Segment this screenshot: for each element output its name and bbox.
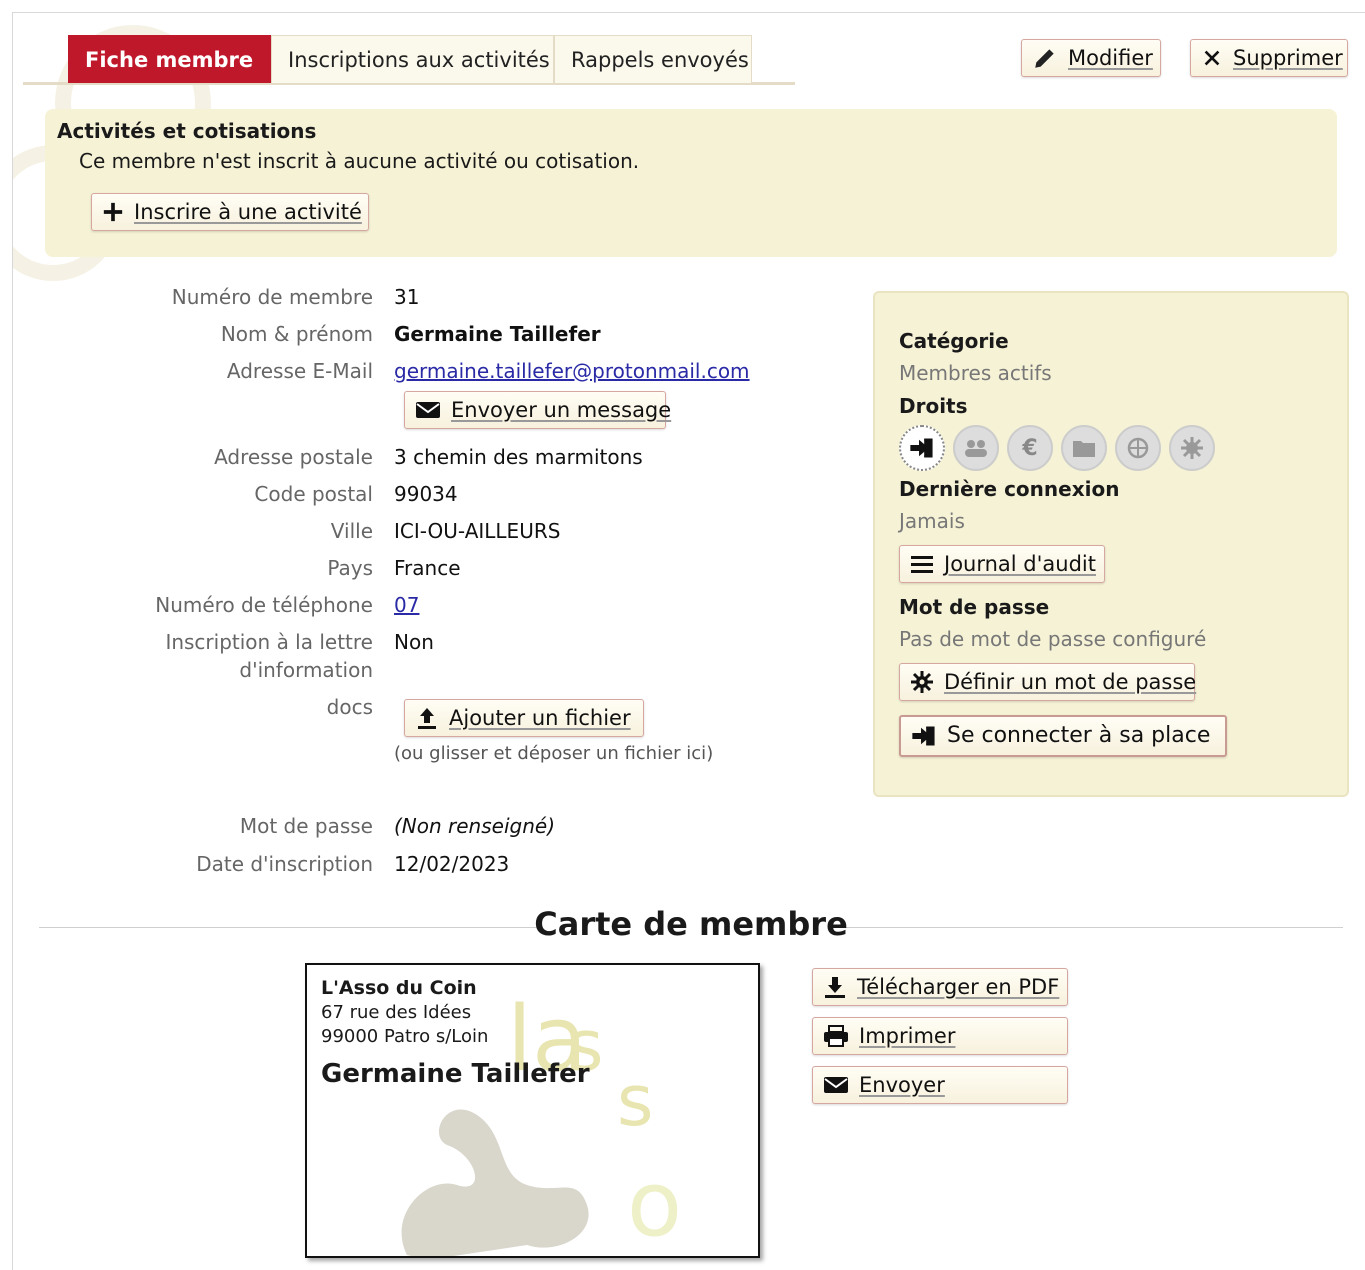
printer-icon [824, 1025, 848, 1047]
country-label: Pays [327, 556, 373, 580]
phone-label: Numéro de téléphone [155, 593, 373, 617]
audit-log-label: Journal d'audit [944, 552, 1096, 576]
name-label: Nom & prénom [220, 322, 373, 346]
tab-bar: Fiche membre Inscriptions aux activités … [23, 35, 795, 85]
set-password-button[interactable]: Définir un mot de passe [899, 663, 1197, 701]
subscribe-activity-button[interactable]: Inscrire à une activité [91, 193, 369, 231]
card-address-line2: 99000 Patro s/Loin [321, 1026, 489, 1047]
member-details: Numéro de membre 31 Nom & prénom Germain… [13, 285, 863, 885]
euro-icon: € [1007, 425, 1053, 471]
tab-member-sheet[interactable]: Fiche membre [68, 35, 271, 83]
member-card-heading: Carte de membre [39, 905, 1343, 945]
subscribe-activity-label: Inscrire à une activité [134, 200, 362, 224]
category-value: Membres actifs [899, 361, 1052, 385]
phone-link[interactable]: 07 [394, 593, 419, 617]
member-card: la s s o L'Asso du Coin 67 rue des Idées… [305, 963, 760, 1258]
zip-value: 99034 [394, 482, 458, 506]
city-label: Ville [330, 519, 373, 543]
rights-icons: € [899, 425, 1215, 471]
login-as-button[interactable]: Se connecter à sa place [899, 715, 1227, 757]
member-card-title: Carte de membre [534, 905, 848, 943]
category-label: Catégorie [899, 329, 1009, 353]
card-org-name: L'Asso du Coin [321, 977, 477, 999]
svg-text:o: o [627, 1152, 682, 1257]
edit-button-label: Modifier [1068, 46, 1153, 70]
number-label: Numéro de membre [171, 285, 373, 309]
password-status-value: Pas de mot de passe configuré [899, 627, 1207, 651]
newsletter-label-line2: d'information [239, 658, 373, 682]
newsletter-value: Non [394, 630, 434, 654]
sign-in-icon [912, 726, 935, 746]
print-label: Imprimer [859, 1024, 956, 1048]
set-password-label: Définir un mot de passe [944, 670, 1197, 694]
add-file-label: Ajouter un fichier [449, 706, 631, 730]
delete-button[interactable]: Supprimer [1190, 39, 1348, 77]
card-address-line1: 67 rue des Idées [321, 1002, 472, 1023]
activities-title: Activités et cotisations [57, 119, 317, 143]
address-value: 3 chemin des marmitons [394, 445, 643, 469]
rights-label: Droits [899, 394, 968, 418]
send-card-button[interactable]: Envoyer [812, 1066, 1068, 1104]
users-icon [953, 425, 999, 471]
envelope-icon [416, 402, 440, 418]
tab-activity-registrations[interactable]: Inscriptions aux activités [271, 35, 554, 83]
newsletter-label-line1: Inscription à la lettre [165, 630, 373, 654]
gear-icon [911, 671, 933, 693]
account-panel: Catégorie Membres actifs Droits € Derniè… [873, 291, 1349, 797]
name-value: Germaine Taillefer [394, 322, 601, 346]
web-icon [1115, 425, 1161, 471]
download-pdf-label: Télécharger en PDF [857, 975, 1060, 999]
send-message-label: Envoyer un message [451, 398, 672, 422]
folder-icon [1061, 425, 1107, 471]
list-icon [911, 556, 933, 573]
date-value: 12/02/2023 [394, 852, 510, 876]
audit-log-button[interactable]: Journal d'audit [899, 545, 1105, 583]
pencil-icon [1035, 49, 1054, 68]
tab-sent-reminders[interactable]: Rappels envoyés [554, 35, 752, 83]
print-button[interactable]: Imprimer [812, 1017, 1068, 1055]
download-pdf-button[interactable]: Télécharger en PDF [812, 968, 1068, 1006]
activities-box: Activités et cotisations Ce membre n'est… [45, 109, 1337, 257]
password-label: Mot de passe [239, 814, 373, 838]
email-label: Adresse E-Mail [226, 359, 373, 383]
password-status-label: Mot de passe [899, 595, 1050, 619]
address-label: Adresse postale [214, 445, 373, 469]
last-login-value: Jamais [899, 509, 965, 533]
password-value: (Non renseigné) [394, 814, 555, 838]
config-icon [1169, 425, 1215, 471]
email-link[interactable]: germaine.taillefer@protonmail.com [394, 359, 750, 383]
upload-icon [418, 708, 436, 729]
number-value: 31 [394, 285, 420, 309]
cross-icon [1204, 50, 1220, 66]
edit-button[interactable]: Modifier [1021, 39, 1161, 77]
add-file-button[interactable]: Ajouter un fichier [404, 699, 644, 737]
download-icon [825, 977, 845, 998]
activities-empty-text: Ce membre n'est inscrit à aucune activit… [79, 149, 640, 173]
envelope-icon [824, 1077, 848, 1093]
card-member-name: Germaine Taillefer [321, 1059, 590, 1089]
docs-label: docs [326, 695, 373, 719]
login-as-label: Se connecter à sa place [947, 723, 1211, 748]
city-value: ICI-OU-AILLEURS [394, 519, 561, 543]
dropzone-hint: (ou glisser et déposer un fichier ici) [394, 743, 714, 764]
last-login-label: Dernière connexion [899, 477, 1120, 501]
delete-button-label: Supprimer [1233, 46, 1343, 70]
send-card-label: Envoyer [859, 1073, 945, 1097]
send-message-button[interactable]: Envoyer un message [404, 391, 671, 429]
country-value: France [394, 556, 461, 580]
svg-text:s: s [617, 1060, 653, 1142]
page-frame: Fiche membre Inscriptions aux activités … [12, 12, 1365, 1270]
date-label: Date d'inscription [196, 852, 373, 876]
login-icon [899, 425, 945, 471]
plus-icon [103, 202, 123, 222]
zip-label: Code postal [254, 482, 373, 506]
